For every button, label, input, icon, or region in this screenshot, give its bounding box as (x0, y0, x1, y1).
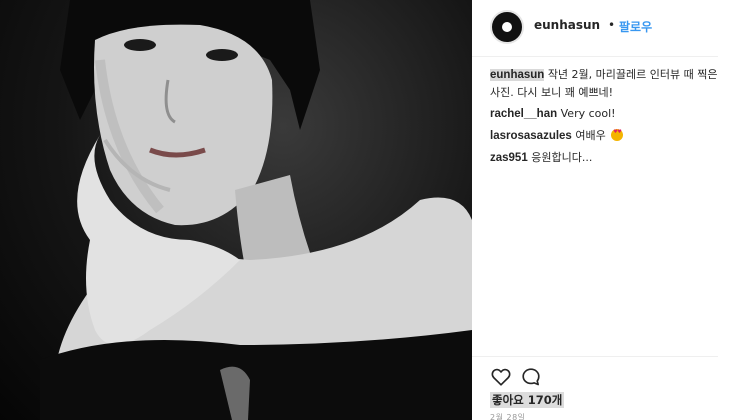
post-header: eunhasun • 팔로우 (472, 0, 730, 56)
comment-text: 응원합니다... (531, 151, 593, 164)
comment-item: zas951 응원합니다... (490, 149, 722, 167)
post-sidebar: eunhasun • 팔로우 eunhasun 작년 2월, 마리끌레르 인터뷰… (472, 0, 730, 420)
speech-bubble-icon (522, 368, 540, 386)
comment-button[interactable] (520, 366, 542, 388)
comment-username[interactable]: lasrosasazules (490, 130, 572, 142)
comment-item: lasrosasazules 여배우 (490, 127, 722, 145)
heart-outline-icon (491, 368, 511, 386)
comment-username[interactable]: rachel__han (490, 108, 557, 120)
caption-comment: eunhasun 작년 2월, 마리끌레르 인터뷰 때 찍은 사진. 다시 보니… (490, 66, 722, 101)
header-divider (472, 56, 718, 57)
portrait-illustration (40, 0, 472, 420)
separator-dot: • (608, 18, 616, 32)
actions-divider (472, 356, 718, 357)
like-count[interactable]: 좋아요 170개 (490, 392, 565, 408)
comment-text: 여배우 (575, 129, 606, 142)
comment-username[interactable]: zas951 (490, 152, 528, 164)
heart-eyes-emoji-icon (611, 129, 624, 141)
post-photo[interactable] (0, 0, 472, 420)
header-username[interactable]: eunhasun (534, 18, 600, 32)
like-button[interactable] (490, 366, 512, 388)
comment-list: eunhasun 작년 2월, 마리끌레르 인터뷰 때 찍은 사진. 다시 보니… (490, 66, 722, 171)
follow-button[interactable]: 팔로우 (619, 18, 652, 35)
comment-item: rachel__han Very cool! (490, 105, 722, 123)
post-date: 2월 28일 (490, 413, 526, 420)
comment-username[interactable]: eunhasun (490, 69, 545, 81)
avatar[interactable] (490, 10, 524, 44)
comment-text: Very cool! (560, 107, 616, 120)
